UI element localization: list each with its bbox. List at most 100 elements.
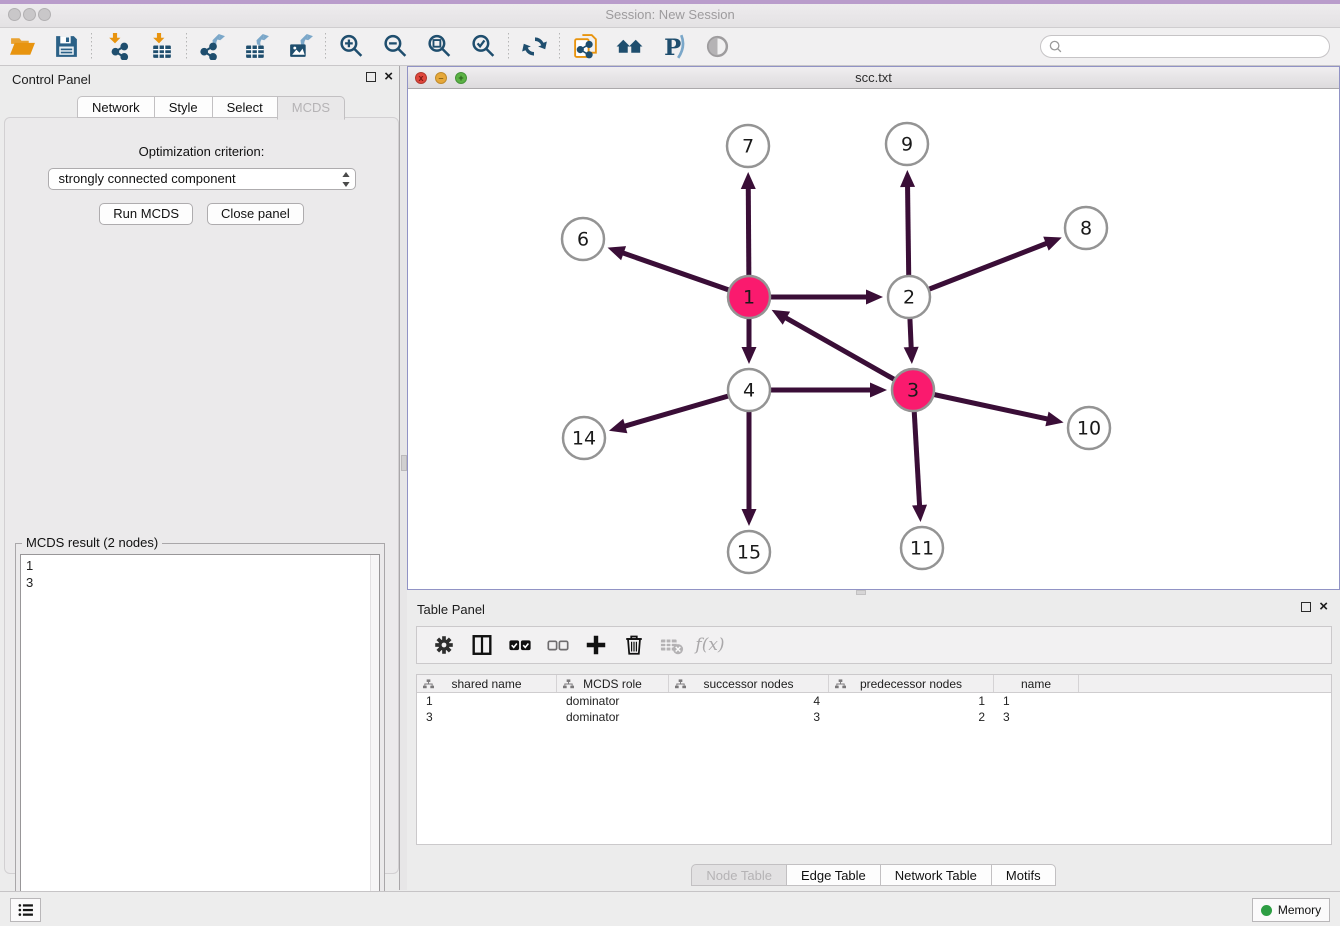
tab-select[interactable]: Select	[212, 96, 277, 118]
table-cell[interactable]: 1	[417, 693, 557, 709]
mcds-result-text[interactable]: 13	[20, 554, 380, 913]
zoom-out-icon[interactable]	[373, 30, 417, 64]
table-cell[interactable]: 3	[669, 709, 829, 725]
graph-node-label: 8	[1080, 217, 1092, 239]
network-title: scc.txt	[408, 70, 1339, 85]
toolbar-separator	[508, 33, 509, 61]
table-cell[interactable]: 1	[994, 693, 1079, 709]
table-panel-title: Table Panel	[417, 602, 485, 617]
delete-table-icon	[653, 629, 691, 661]
zoom-fit-icon[interactable]	[417, 30, 461, 64]
main-toolbar: P	[0, 28, 1340, 66]
table-row[interactable]: 1dominator411	[417, 693, 1331, 709]
table-cell[interactable]: 4	[669, 693, 829, 709]
table-row[interactable]: 3dominator323	[417, 709, 1331, 725]
graph-edge-arrowhead	[912, 505, 927, 522]
graph-node-label: 11	[910, 537, 934, 559]
tab-style[interactable]: Style	[154, 96, 212, 118]
import-table-icon[interactable]	[139, 30, 183, 64]
column-header-name[interactable]: name	[994, 675, 1079, 692]
table-cell[interactable]: 1	[829, 693, 994, 709]
export-image-icon[interactable]	[278, 30, 322, 64]
export-network-icon[interactable]	[190, 30, 234, 64]
graph-edge-arrowhead	[742, 347, 757, 364]
column-header-predecessor-nodes[interactable]: predecessor nodes	[829, 675, 994, 692]
vertical-splitter[interactable]	[399, 66, 407, 890]
clone-network-icon[interactable]	[563, 30, 607, 64]
function-icon: f(x)	[691, 629, 729, 661]
table-toolbar: f(x)	[416, 626, 1332, 664]
tab-mcds[interactable]: MCDS	[277, 96, 345, 120]
tab-node-table[interactable]: Node Table	[691, 864, 786, 886]
control-panel-header: Control Panel ×	[0, 66, 403, 94]
deselect-all-icon[interactable]	[539, 629, 577, 661]
graph-edge-arrowhead	[900, 170, 915, 187]
run-mcds-button[interactable]: Run MCDS	[99, 203, 193, 225]
gear-icon[interactable]	[425, 629, 463, 661]
close-panel-icon[interactable]: ×	[1319, 602, 1328, 612]
mcds-result-title: MCDS result (2 nodes)	[22, 535, 162, 550]
column-header-shared-name[interactable]: shared name	[417, 675, 557, 692]
splitter-grip[interactable]	[856, 590, 866, 595]
toolbar-separator	[559, 33, 560, 61]
float-panel-icon[interactable]	[1301, 602, 1311, 612]
app-titlebar: Session: New Session	[0, 0, 1340, 28]
criterion-value: strongly connected component	[59, 171, 236, 186]
tab-motifs[interactable]: Motifs	[991, 864, 1056, 886]
graph-edge-arrowhead	[904, 347, 919, 364]
zoom-in-icon[interactable]	[329, 30, 373, 64]
graph-edge-arrowhead	[609, 419, 627, 433]
zoom-selected-icon[interactable]	[461, 30, 505, 64]
graph-edge-arrowhead	[608, 246, 627, 260]
graph-edge-arrowhead	[741, 172, 756, 189]
search-input[interactable]	[1063, 38, 1329, 56]
result-scrollbar[interactable]	[370, 555, 379, 912]
graph-node-label: 14	[572, 427, 596, 449]
control-panel-tabs: NetworkStyleSelectMCDS	[77, 96, 345, 120]
result-line: 3	[26, 574, 374, 591]
save-icon[interactable]	[44, 30, 88, 64]
close-panel-button[interactable]: Close panel	[207, 203, 304, 225]
column-header-MCDS-role[interactable]: MCDS role	[557, 675, 669, 692]
show-hide-icon[interactable]	[695, 30, 739, 64]
tab-network[interactable]: Network	[77, 96, 154, 118]
close-panel-icon[interactable]: ×	[384, 72, 393, 82]
memory-status-icon	[1261, 905, 1272, 916]
table-cell[interactable]: 3	[417, 709, 557, 725]
network-canvas[interactable]: 7968124314101511	[408, 89, 1339, 589]
memory-button[interactable]: Memory	[1252, 898, 1330, 922]
style-preview-icon[interactable]: P	[651, 30, 695, 64]
delete-icon[interactable]	[615, 629, 653, 661]
status-bar: Memory	[0, 891, 1340, 926]
float-panel-icon[interactable]	[366, 72, 376, 82]
select-all-icon[interactable]	[501, 629, 539, 661]
task-history-button[interactable]	[10, 898, 41, 922]
control-panel-title: Control Panel	[12, 72, 91, 87]
table-panel: Table Panel × f(x) shared nameMCDS roles…	[407, 596, 1340, 890]
graph-node-label: 6	[577, 228, 589, 250]
home-icon[interactable]	[607, 30, 651, 64]
table-cell[interactable]: dominator	[557, 709, 669, 725]
graph-edge-2-8[interactable]	[909, 243, 1048, 297]
refresh-icon[interactable]	[512, 30, 556, 64]
table-cell[interactable]: dominator	[557, 693, 669, 709]
table-panel-header: Table Panel ×	[407, 596, 1340, 624]
table-cell[interactable]: 3	[994, 709, 1079, 725]
network-window-titlebar[interactable]: x – + scc.txt	[408, 67, 1339, 89]
open-folder-icon[interactable]	[0, 30, 44, 64]
import-network-icon[interactable]	[95, 30, 139, 64]
control-panel: Control Panel × NetworkStyleSelectMCDS O…	[0, 66, 403, 878]
add-icon[interactable]	[577, 629, 615, 661]
tab-network-table[interactable]: Network Table	[880, 864, 991, 886]
table-cell[interactable]: 2	[829, 709, 994, 725]
graph-node-label: 9	[901, 133, 913, 155]
column-header-successor-nodes[interactable]: successor nodes	[669, 675, 829, 692]
columns-icon[interactable]	[463, 629, 501, 661]
table-header-row: shared nameMCDS rolesuccessor nodesprede…	[417, 675, 1331, 693]
search-box[interactable]	[1040, 35, 1330, 58]
memory-label: Memory	[1278, 903, 1321, 917]
criterion-select[interactable]: strongly connected component	[48, 168, 356, 190]
export-table-icon[interactable]	[234, 30, 278, 64]
tab-edge-table[interactable]: Edge Table	[786, 864, 880, 886]
graph-edge-arrowhead	[870, 383, 887, 398]
